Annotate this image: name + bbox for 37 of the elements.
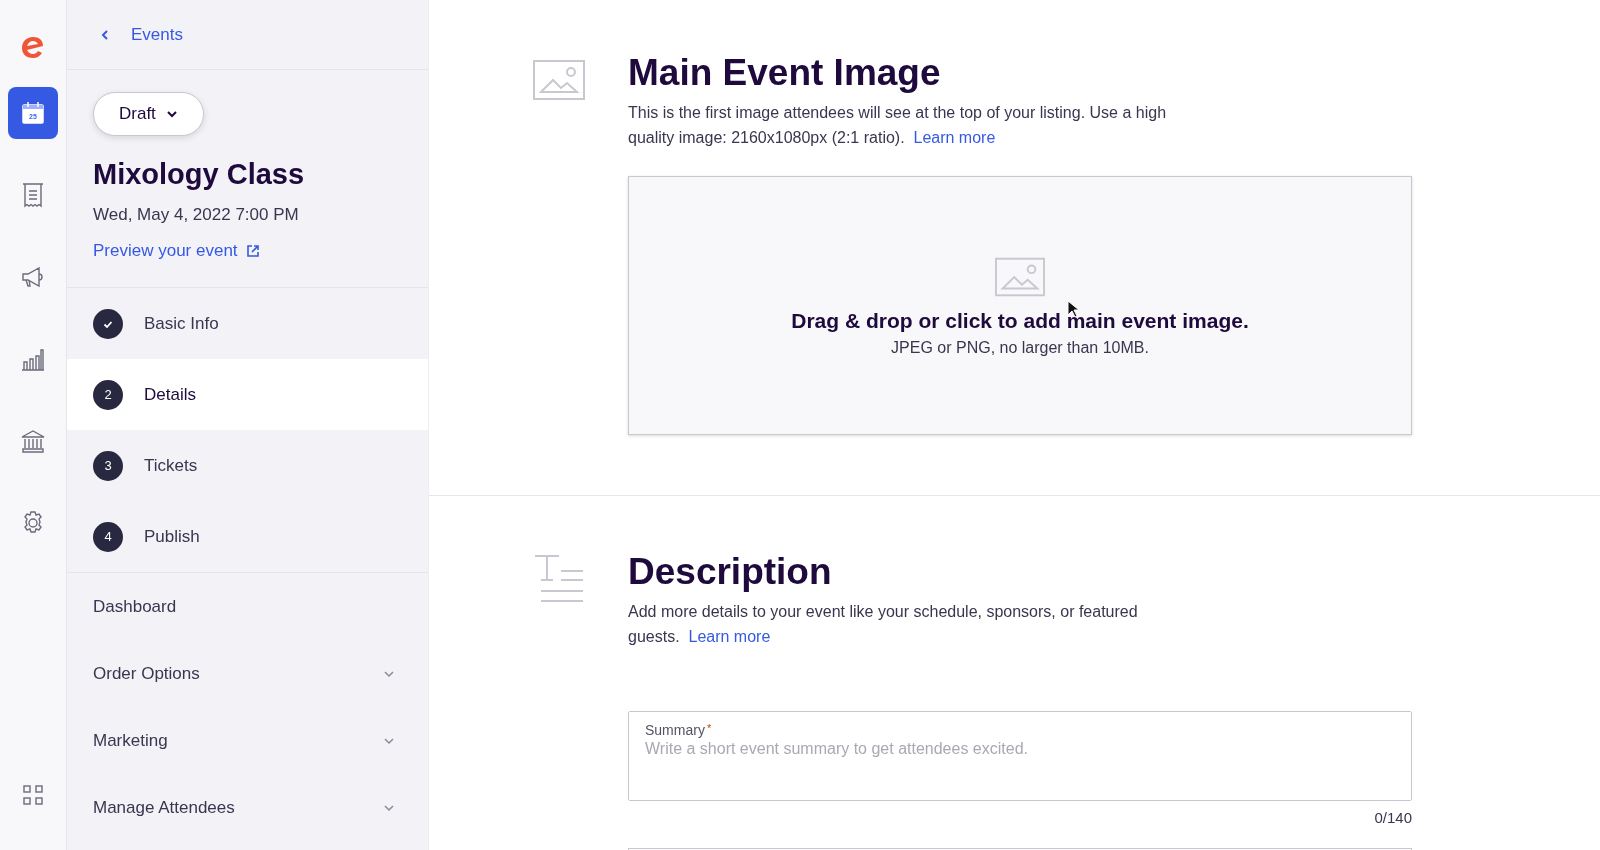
image-dropzone[interactable]: Drag & drop or click to add main event image. JPEG or PNG, no larger than 10MB.	[628, 176, 1412, 435]
event-date: Wed, May 4, 2022 7:00 PM	[93, 205, 300, 225]
step-item[interactable]: 4 Publish	[67, 501, 428, 572]
nav-item[interactable]: Dashboard	[67, 573, 428, 640]
learn-more-link[interactable]: Learn more	[913, 129, 996, 146]
step-item[interactable]: 2 Details	[67, 359, 428, 430]
step-item[interactable]: Basic Info	[67, 288, 428, 359]
chevron-down-icon	[165, 108, 178, 120]
field-label: Summary	[645, 722, 705, 738]
nav-item[interactable]: Manage Attendees	[67, 774, 428, 841]
dropzone-hint: JPEG or PNG, no larger than 10MB.	[891, 339, 1149, 357]
step-number: 3	[93, 450, 123, 481]
status-dropdown[interactable]: Draft	[93, 92, 204, 136]
section-heading: Description	[628, 551, 833, 593]
nav-item[interactable]: Order Options	[67, 640, 428, 707]
back-link[interactable]: Events	[99, 24, 183, 45]
bank-icon	[19, 427, 47, 455]
step-number: 4	[93, 521, 123, 552]
learn-more-link[interactable]: Learn more	[688, 628, 771, 645]
external-link-icon	[245, 244, 260, 258]
character-counter: 0/140	[1373, 809, 1412, 826]
nav-item[interactable]: Marketing	[67, 707, 428, 774]
required-mark: *	[706, 722, 712, 736]
preview-link[interactable]: Preview your event	[93, 241, 260, 261]
apps-grid-icon[interactable]	[21, 783, 45, 807]
summary-input[interactable]: Write a short event summary to get attendees excited.	[645, 740, 1395, 758]
step-number: 2	[93, 379, 123, 410]
image-placeholder-icon	[533, 60, 585, 100]
step-item[interactable]: 3 Tickets	[67, 430, 428, 501]
dropzone-title: Drag & drop or click to add main event image.	[791, 309, 1249, 333]
image-placeholder-icon	[995, 257, 1045, 297]
section-description: Add more details to your event like your schedule, sponsors, or featured guests. Learn more	[628, 602, 1139, 647]
text-format-icon	[533, 553, 585, 605]
section-description: This is the first image attendees will see at the top of your listing. Use a high quality image: 2160x1080px (2:1 ratio). Learn more	[628, 103, 1168, 148]
event-title: Mixology Class	[93, 158, 306, 191]
chevron-left-icon	[99, 28, 111, 41]
section-heading: Main Event Image	[628, 52, 942, 94]
